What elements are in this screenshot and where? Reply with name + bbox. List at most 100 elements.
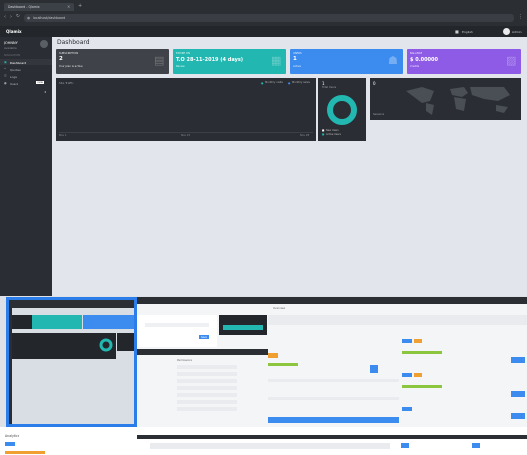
- avatar[interactable]: [503, 28, 510, 35]
- thumb-row: [177, 379, 237, 383]
- footer-filter-bar: [150, 443, 390, 449]
- thumb-teal-bar: [223, 325, 263, 330]
- donut-chart: [327, 95, 357, 125]
- thumb-card: [83, 315, 134, 329]
- thumb-green-chip: [402, 385, 442, 388]
- thumbnail-1[interactable]: [6, 297, 137, 427]
- thumb-topbar: [137, 349, 268, 355]
- sidebar-item-label: Dashboard: [10, 60, 27, 65]
- footer-label: Analytics: [5, 434, 20, 438]
- document-icon: ▤: [154, 54, 165, 67]
- sidebar-item-label: Users: [10, 81, 19, 86]
- panel-title: Site Traffic: [59, 81, 74, 85]
- brand-logo[interactable]: Qlamix: [6, 29, 22, 34]
- thumb-save-button: Save: [199, 335, 209, 339]
- footer-blue-chip: [472, 443, 480, 448]
- card-value: $ 0.00000: [410, 57, 438, 63]
- thumb-input: [145, 323, 209, 327]
- thumbnail-4[interactable]: [399, 297, 527, 427]
- thumb-chip: [414, 339, 422, 343]
- traffic-panel: Site Traffic ● Monthly visits ● Monthly …: [56, 78, 316, 141]
- new-tab-icon[interactable]: +: [78, 3, 82, 9]
- app-topbar: Qlamix ■ English Admin: [0, 26, 527, 37]
- page-title: Dashboard: [57, 39, 90, 46]
- card-sub: Renew: [176, 65, 185, 68]
- thumb-list-title: Permissions: [177, 359, 193, 362]
- flag-icon[interactable]: ■: [455, 29, 459, 34]
- thumb-panel: [117, 333, 134, 351]
- log-icon: ☰: [4, 74, 7, 78]
- language-label[interactable]: English: [462, 30, 473, 34]
- card-expire[interactable]: EXPIRE ON T.O 28-11-2019 (4 days) Renew …: [173, 49, 286, 74]
- card-label: SUBSCRIPTION: [59, 52, 79, 55]
- footer-orange-bar: [5, 451, 45, 454]
- legend-dot-icon: ●: [288, 81, 291, 85]
- calendar-icon: ▦: [271, 54, 282, 67]
- card-sub: Credits: [410, 65, 420, 68]
- collapse-icon[interactable]: ◂: [44, 89, 46, 94]
- sidebar-item-dashboard[interactable]: ▣ Dashboard: [0, 59, 52, 65]
- thumb-row: [268, 397, 399, 400]
- card-users[interactable]: USERS 1 Active ☗: [290, 49, 403, 74]
- map-value: 0: [373, 81, 376, 86]
- thumb-row: [177, 386, 237, 390]
- thumb-green-chip: [268, 363, 298, 366]
- thumb-blue-bar: [268, 417, 399, 423]
- user-icon: ●: [4, 81, 7, 85]
- x-tick: Nov 1: [59, 134, 67, 137]
- forward-icon[interactable]: ›: [10, 14, 12, 20]
- world-map: [406, 87, 510, 115]
- legend-dot-icon: ■: [322, 133, 325, 136]
- legend-item: Monthly visits: [265, 81, 283, 84]
- thumb-row: [177, 365, 237, 369]
- footer-blue-chip: [401, 443, 409, 448]
- sidebar-item-quotes[interactable]: ❝ Quotes: [0, 66, 52, 72]
- thumb-topbar: [268, 297, 399, 304]
- thumb-row: [177, 372, 237, 376]
- thumb-chip: [402, 407, 412, 411]
- legend-item: New Users: [326, 129, 339, 132]
- chart-axis: [59, 132, 313, 133]
- user-label[interactable]: Admin: [512, 30, 522, 34]
- thumb-blue-button: [370, 365, 378, 373]
- profile-avatar[interactable]: [40, 40, 48, 48]
- profile-role: Available: [4, 46, 17, 50]
- sidebar-item-label: Logs: [10, 74, 17, 79]
- menu-icon[interactable]: ⋮: [518, 14, 523, 20]
- x-tick: Nov 15: [181, 134, 191, 137]
- thumb-green-chip: [402, 351, 442, 354]
- footer-topbar: [137, 435, 399, 439]
- thumb-row: [177, 393, 237, 397]
- thumb-row: [268, 379, 399, 382]
- card-value: 2: [59, 56, 63, 62]
- address-bar[interactable]: ● localhost/dashboard: [24, 14, 514, 22]
- tab-close-icon[interactable]: ×: [67, 4, 70, 9]
- thumb-filter-bar: [399, 315, 527, 325]
- thumb-row: [177, 400, 237, 404]
- card-value: T.O 28-11-2019 (4 days): [176, 57, 244, 63]
- legend-dot-icon: ■: [322, 129, 325, 132]
- card-subscription[interactable]: SUBSCRIPTION 2 Your plan is active ▤: [56, 49, 169, 74]
- thumbnail-3[interactable]: Overview: [268, 297, 399, 427]
- sidebar-item-users[interactable]: ● Users new: [0, 80, 52, 86]
- browser-tab[interactable]: Dashboard - Qlamix ×: [4, 3, 74, 11]
- thumb-blue-button: [511, 413, 525, 419]
- thumbnail-2[interactable]: Save Permissions: [137, 297, 268, 427]
- back-icon[interactable]: ‹: [4, 14, 6, 20]
- thumb-blue-button: [511, 391, 525, 397]
- donut-label: Total Users: [322, 86, 337, 89]
- legend-item: Monthly sales: [292, 81, 310, 84]
- card-balance[interactable]: BALANCE $ 0.00000 Credits ▨: [407, 49, 521, 74]
- card-sub: Your plan is active: [59, 65, 83, 68]
- bottom-strip: Analytics: [0, 427, 527, 455]
- thumb-orange-chip: [268, 353, 278, 358]
- thumb-topbar: [399, 297, 527, 304]
- thumb-topbar: [9, 300, 134, 308]
- thumb-chip: [402, 373, 412, 377]
- world-map-panel: 0 Sessions: [370, 78, 521, 120]
- x-tick: Nov 28: [300, 134, 310, 137]
- sidebar-item-label: Quotes: [10, 67, 21, 72]
- reload-icon[interactable]: ↻: [16, 14, 20, 19]
- card-value: 1: [293, 56, 297, 62]
- sidebar-item-logs[interactable]: ☰ Logs: [0, 73, 52, 79]
